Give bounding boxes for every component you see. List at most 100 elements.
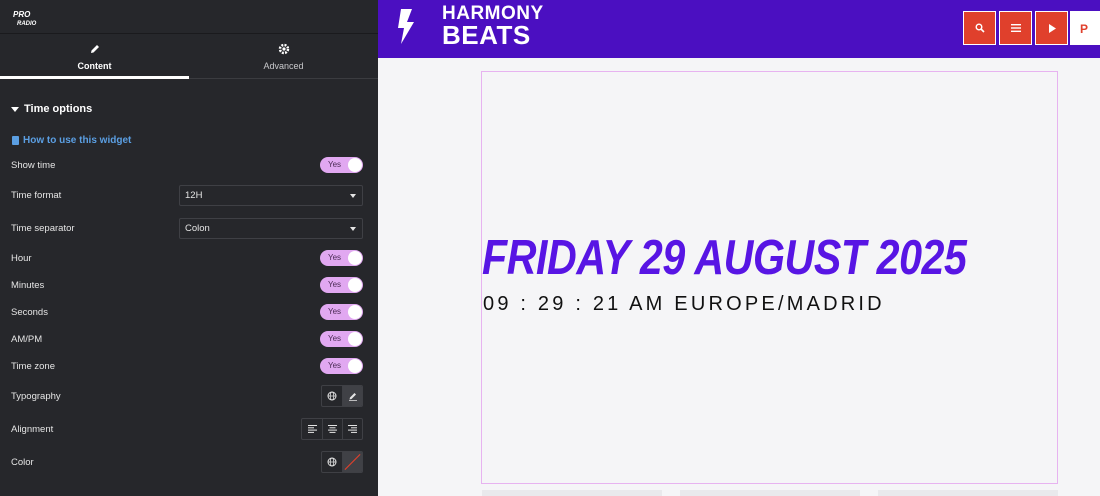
search-button[interactable] xyxy=(963,11,996,45)
seconds-label: Seconds xyxy=(11,306,48,318)
brand-wordmark: HARMONY BEATS xyxy=(442,4,544,51)
gear-icon xyxy=(278,43,289,55)
hamburger-icon xyxy=(1010,24,1021,32)
time-display: 09 : 29 : 21 AM EUROPE/MADRID xyxy=(483,293,885,315)
play-button[interactable] xyxy=(1035,11,1068,45)
header-cta-label: P xyxy=(1080,22,1089,36)
control-color: Color xyxy=(11,451,363,473)
svg-text:RADIO: RADIO xyxy=(17,21,37,27)
toggle-text: Yes xyxy=(328,334,342,343)
toggle-knob xyxy=(348,251,362,265)
toggle-text: Yes xyxy=(328,160,342,169)
typography-buttons xyxy=(321,385,363,407)
seconds-toggle[interactable]: Yes xyxy=(320,304,363,320)
color-buttons xyxy=(321,451,363,473)
time-separator-select[interactable]: Colon xyxy=(179,217,363,239)
color-picker-swatch[interactable] xyxy=(342,452,362,472)
pencil-icon xyxy=(90,45,99,53)
color-label: Color xyxy=(11,456,34,468)
time-format-label: Time format xyxy=(11,189,62,201)
tab-content-label: Content xyxy=(77,61,112,71)
control-typography: Typography xyxy=(11,385,363,407)
alignment-buttons xyxy=(301,418,363,440)
date-display: FRIDAY 29 AUGUST 2025 xyxy=(482,231,967,285)
caret-down-icon xyxy=(11,106,19,112)
site-preview: HARMONY BEATS P FRIDAY 29 AUGUST 2025 09… xyxy=(378,0,1100,496)
time-separator-value: Colon xyxy=(185,222,210,234)
editor-panel: PRO RADIO Content Advanced Time options … xyxy=(0,0,378,496)
panel-topbar: PRO RADIO xyxy=(0,0,378,34)
card-stub xyxy=(482,490,662,496)
pro-radio-logo[interactable]: PRO RADIO xyxy=(12,8,42,28)
lightning-bolt-icon xyxy=(398,9,414,44)
globe-icon xyxy=(327,391,337,401)
control-time-separator: Time separator Colon xyxy=(11,217,363,239)
site-header: HARMONY BEATS P xyxy=(378,0,1100,58)
global-color-button[interactable] xyxy=(322,452,342,472)
hour-label: Hour xyxy=(11,252,32,264)
toggle-text: Yes xyxy=(328,253,342,262)
control-minutes: Minutes Yes xyxy=(11,275,363,295)
show-time-toggle[interactable]: Yes xyxy=(320,157,363,173)
control-time-format: Time format 12H xyxy=(11,184,363,206)
control-ampm: AM/PM Yes xyxy=(11,329,363,349)
toggle-text: Yes xyxy=(328,280,342,289)
align-center-icon xyxy=(328,425,337,433)
howto-link-label: How to use this widget xyxy=(23,135,132,146)
hour-toggle[interactable]: Yes xyxy=(320,250,363,266)
toggle-knob xyxy=(348,359,362,373)
toggle-text: Yes xyxy=(328,361,342,370)
document-icon xyxy=(12,136,19,145)
align-center-button[interactable] xyxy=(322,419,342,439)
tab-advanced-label: Advanced xyxy=(263,61,304,71)
svg-text:PRO: PRO xyxy=(13,10,31,19)
tab-content[interactable]: Content xyxy=(0,34,189,79)
panel-tabs: Content Advanced xyxy=(0,34,378,79)
search-icon xyxy=(975,23,985,33)
header-cta-button[interactable]: P xyxy=(1070,11,1100,45)
control-hour: Hour Yes xyxy=(11,248,363,268)
control-show-time: Show time Yes xyxy=(11,155,363,175)
align-left-button[interactable] xyxy=(302,419,322,439)
control-seconds: Seconds Yes xyxy=(11,302,363,322)
card-stub xyxy=(878,490,1058,496)
toggle-knob xyxy=(348,278,362,292)
control-time-zone: Time zone Yes xyxy=(11,356,363,376)
align-right-button[interactable] xyxy=(342,419,362,439)
show-time-label: Show time xyxy=(11,159,56,171)
play-icon xyxy=(1048,23,1056,33)
ampm-label: AM/PM xyxy=(11,333,43,345)
toggle-knob xyxy=(348,158,362,172)
globe-icon xyxy=(327,457,337,467)
align-left-icon xyxy=(307,425,317,433)
minutes-label: Minutes xyxy=(11,279,45,291)
time-zone-toggle[interactable]: Yes xyxy=(320,358,363,374)
time-zone-label: Time zone xyxy=(11,360,55,372)
tab-advanced[interactable]: Advanced xyxy=(189,34,378,78)
toggle-text: Yes xyxy=(328,307,342,316)
pencil-icon xyxy=(348,393,357,401)
menu-button[interactable] xyxy=(999,11,1032,45)
typography-label: Typography xyxy=(11,390,61,402)
time-separator-label: Time separator xyxy=(11,222,75,234)
edit-typography-button[interactable] xyxy=(342,386,362,406)
time-format-select[interactable]: 12H xyxy=(179,184,363,206)
ampm-toggle[interactable]: Yes xyxy=(320,331,363,347)
alignment-label: Alignment xyxy=(11,423,54,435)
select-arrow-icon xyxy=(350,193,356,198)
section-title: Time options xyxy=(24,103,93,115)
brand-line-2: BEATS xyxy=(442,20,531,51)
global-typography-button[interactable] xyxy=(322,386,342,406)
no-color-icon xyxy=(344,453,361,471)
brand-logo[interactable]: HARMONY BEATS xyxy=(392,4,544,49)
time-format-value: 12H xyxy=(185,189,203,201)
align-right-icon xyxy=(348,425,357,433)
toggle-knob xyxy=(348,305,362,319)
section-time-options[interactable]: Time options xyxy=(11,103,92,115)
toggle-knob xyxy=(348,332,362,346)
bottom-cards xyxy=(482,490,1058,496)
minutes-toggle[interactable]: Yes xyxy=(320,277,363,293)
card-stub xyxy=(680,490,860,496)
control-alignment: Alignment xyxy=(11,418,363,440)
howto-link[interactable]: How to use this widget xyxy=(12,135,131,146)
